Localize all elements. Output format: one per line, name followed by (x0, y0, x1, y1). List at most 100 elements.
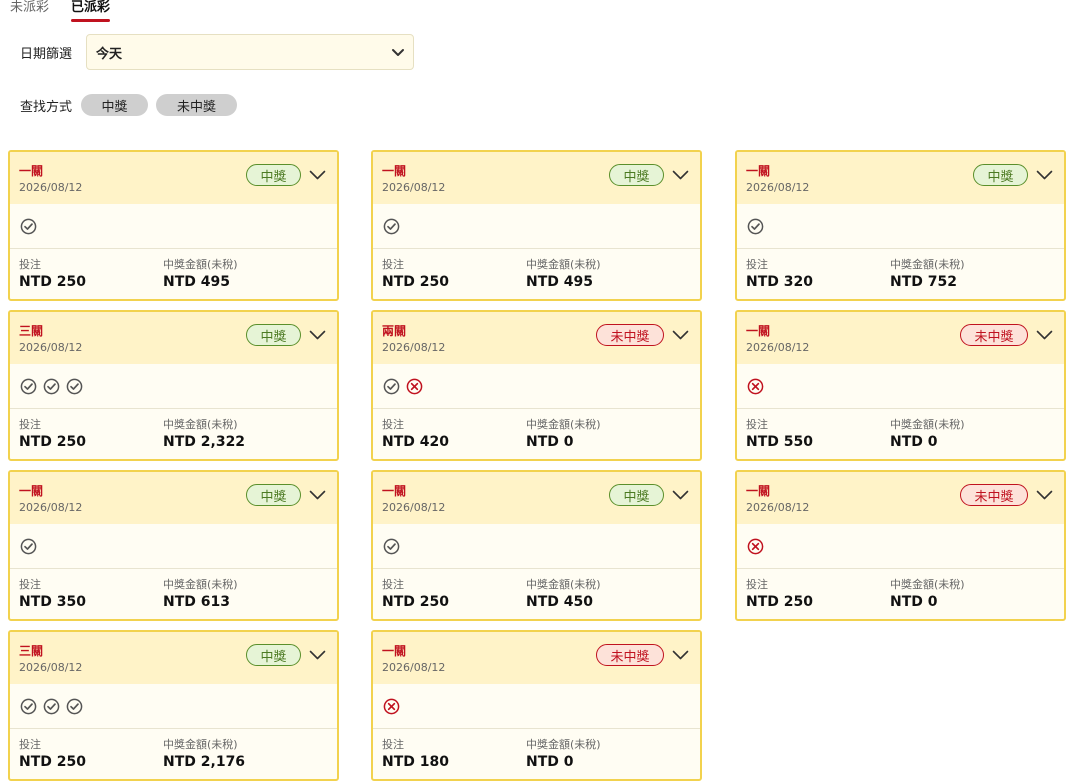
card-title: 一關 (746, 164, 771, 178)
check-circle-icon (383, 218, 406, 235)
date-filter-value: 今天 (96, 46, 123, 62)
result-icons (373, 524, 700, 569)
result-icons (373, 364, 700, 409)
chevron-down-icon[interactable] (1036, 330, 1053, 340)
bet-card: 三關 2026/08/12 中獎 投注 NTD 250 中獎金額(未稅) NTD 2,322 (8, 310, 339, 461)
prize-label: 中獎金額(未稅) (526, 418, 601, 431)
bet-amount: NTD 250 (382, 274, 449, 290)
check-circle-icon (43, 378, 66, 395)
bet-label: 投注 (746, 578, 768, 591)
card-header[interactable]: 三關 2026/08/12 中獎 (10, 632, 337, 684)
card-header[interactable]: 一關 2026/08/12 中獎 (373, 472, 700, 524)
bet-amount: NTD 320 (746, 274, 813, 290)
cross-circle-icon (383, 698, 406, 715)
tab-bar: 未派彩 已派彩 (10, 0, 132, 22)
bet-amount: NTD 180 (382, 754, 449, 770)
prize-amount: NTD 0 (890, 594, 938, 610)
filter-win-button[interactable]: 中獎 (81, 94, 149, 116)
prize-amount: NTD 450 (526, 594, 593, 610)
check-circle-icon (43, 698, 66, 715)
bet-label: 投注 (382, 738, 404, 751)
tab-paid[interactable]: 已派彩 (71, 0, 111, 22)
check-circle-icon (20, 698, 43, 715)
chevron-down-icon[interactable] (309, 330, 326, 340)
card-header[interactable]: 一關 2026/08/12 中獎 (10, 152, 337, 204)
bet-card: 三關 2026/08/12 中獎 投注 NTD 250 中獎金額(未稅) NTD 2,176 (8, 630, 339, 781)
check-circle-icon (383, 538, 406, 555)
bet-card: 一關 2026/08/12 未中獎 投注 NTD 550 中獎金額(未稅) NTD 0 (735, 310, 1066, 461)
card-title: 一關 (382, 164, 407, 178)
prize-label: 中獎金額(未稅) (163, 258, 238, 271)
prize-label: 中獎金額(未稅) (163, 738, 238, 751)
filter-lose-button[interactable]: 未中獎 (156, 94, 238, 116)
card-title: 兩關 (382, 324, 407, 338)
card-date: 2026/08/12 (19, 661, 83, 674)
check-circle-icon (20, 378, 43, 395)
chevron-down-icon[interactable] (672, 170, 689, 180)
cross-circle-icon (406, 378, 429, 395)
result-icons (737, 204, 1064, 249)
bet-card: 一關 2026/08/12 中獎投注 NTD 320 中獎金額(未稅) NTD 752 (735, 150, 1066, 301)
bet-label: 投注 (382, 578, 404, 591)
card-date: 2026/08/12 (746, 501, 810, 514)
date-filter-label: 日期篩選 (20, 46, 73, 62)
prize-amount: NTD 752 (890, 274, 957, 290)
bet-card: 一關 2026/08/12 未中獎 投注 NTD 250 中獎金額(未稅) NTD 0 (735, 470, 1066, 621)
bet-card: 一關 2026/08/12 未中獎 投注 NTD 180 中獎金額(未稅) NTD 0 (371, 630, 702, 781)
card-date: 2026/08/12 (746, 181, 810, 194)
card-footer: 投注 NTD 250 中獎金額(未稅) NTD 450 (373, 569, 700, 619)
search-mode-label: 查找方式 (20, 99, 73, 115)
card-header[interactable]: 一關 2026/08/12 中獎 (10, 472, 337, 524)
bet-amount: NTD 250 (382, 594, 449, 610)
card-date: 2026/08/12 (746, 341, 810, 354)
status-badge: 中獎 (246, 164, 301, 186)
card-title: 一關 (382, 644, 407, 658)
result-icons (737, 364, 1064, 409)
card-header[interactable]: 一關 2026/08/12 中獎 (737, 152, 1064, 204)
prize-amount: NTD 2,322 (163, 434, 246, 450)
card-footer: 投注 NTD 250 中獎金額(未稅) NTD 2,322 (10, 409, 337, 459)
bet-amount: NTD 420 (382, 434, 449, 450)
card-header[interactable]: 一關 2026/08/12 未中獎 (373, 632, 700, 684)
card-header[interactable]: 一關 2026/08/12 未中獎 (737, 312, 1064, 364)
status-badge: 中獎 (246, 644, 301, 666)
card-header[interactable]: 一關 2026/08/12 未中獎 (737, 472, 1064, 524)
result-icons (10, 204, 337, 249)
prize-label: 中獎金額(未稅) (890, 418, 965, 431)
card-date: 2026/08/12 (382, 181, 446, 194)
bet-label: 投注 (19, 738, 41, 751)
card-header[interactable]: 一關 2026/08/12 中獎 (373, 152, 700, 204)
chevron-down-icon[interactable] (309, 490, 326, 500)
card-date: 2026/08/12 (19, 181, 83, 194)
chevron-down-icon[interactable] (309, 650, 326, 660)
tab-unpaid[interactable]: 未派彩 (10, 0, 49, 22)
status-badge: 中獎 (973, 164, 1028, 186)
chevron-down-icon[interactable] (672, 650, 689, 660)
bet-amount: NTD 250 (19, 434, 86, 450)
card-footer: 投注 NTD 320 中獎金額(未稅) NTD 752 (737, 249, 1064, 299)
chevron-down-icon[interactable] (1036, 170, 1053, 180)
chevron-down-icon[interactable] (672, 330, 689, 340)
card-header[interactable]: 三關 2026/08/12 中獎 (10, 312, 337, 364)
card-title: 一關 (19, 164, 44, 178)
bet-label: 投注 (382, 418, 404, 431)
chevron-down-icon[interactable] (672, 490, 689, 500)
status-badge: 未中獎 (960, 484, 1028, 506)
check-circle-icon (747, 218, 770, 235)
prize-amount: NTD 0 (526, 754, 574, 770)
chevron-down-icon[interactable] (1036, 490, 1053, 500)
prize-label: 中獎金額(未稅) (526, 258, 601, 271)
card-footer: 投注 NTD 250 中獎金額(未稅) NTD 0 (737, 569, 1064, 619)
date-filter-select[interactable]: 今天 (86, 34, 414, 70)
bet-amount: NTD 350 (19, 594, 86, 610)
card-footer: 投注 NTD 350 中獎金額(未稅) NTD 613 (10, 569, 337, 619)
check-circle-icon (383, 378, 406, 395)
chevron-down-icon[interactable] (309, 170, 326, 180)
bet-amount: NTD 250 (19, 274, 86, 290)
bet-card: 一關 2026/08/12 中獎 投注 NTD 250 中獎金額(未稅) NTD 495 (8, 150, 339, 301)
card-header[interactable]: 兩關 2026/08/12 未中獎 (373, 312, 700, 364)
prize-amount: NTD 0 (890, 434, 938, 450)
card-date: 2026/08/12 (382, 501, 446, 514)
card-title: 一關 (382, 484, 407, 498)
card-footer: 投注 NTD 550 中獎金額(未稅) NTD 0 (737, 409, 1064, 459)
